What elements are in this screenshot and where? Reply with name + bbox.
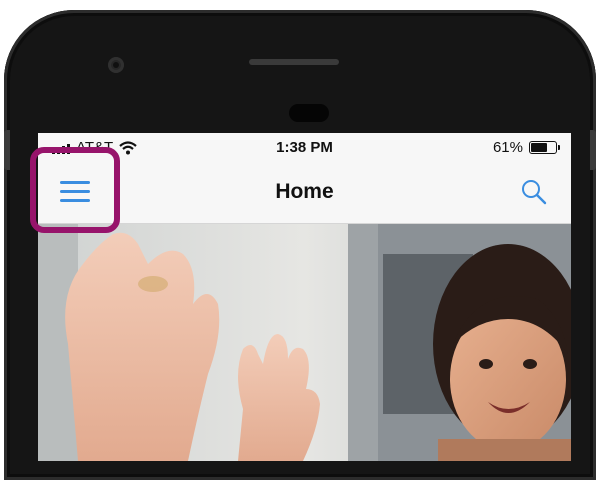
hero-photo bbox=[38, 224, 571, 461]
volume-button bbox=[4, 130, 10, 170]
battery-percent: 61% bbox=[492, 139, 523, 156]
front-camera bbox=[108, 57, 124, 73]
hero-image bbox=[38, 224, 571, 461]
battery-status: 61% bbox=[492, 139, 560, 156]
menu-highlight-callout bbox=[30, 147, 120, 233]
earpiece-speaker bbox=[249, 59, 339, 65]
power-button bbox=[590, 130, 596, 170]
search-icon[interactable] bbox=[519, 177, 549, 207]
battery-icon bbox=[529, 141, 560, 154]
proximity-sensor bbox=[289, 104, 329, 122]
